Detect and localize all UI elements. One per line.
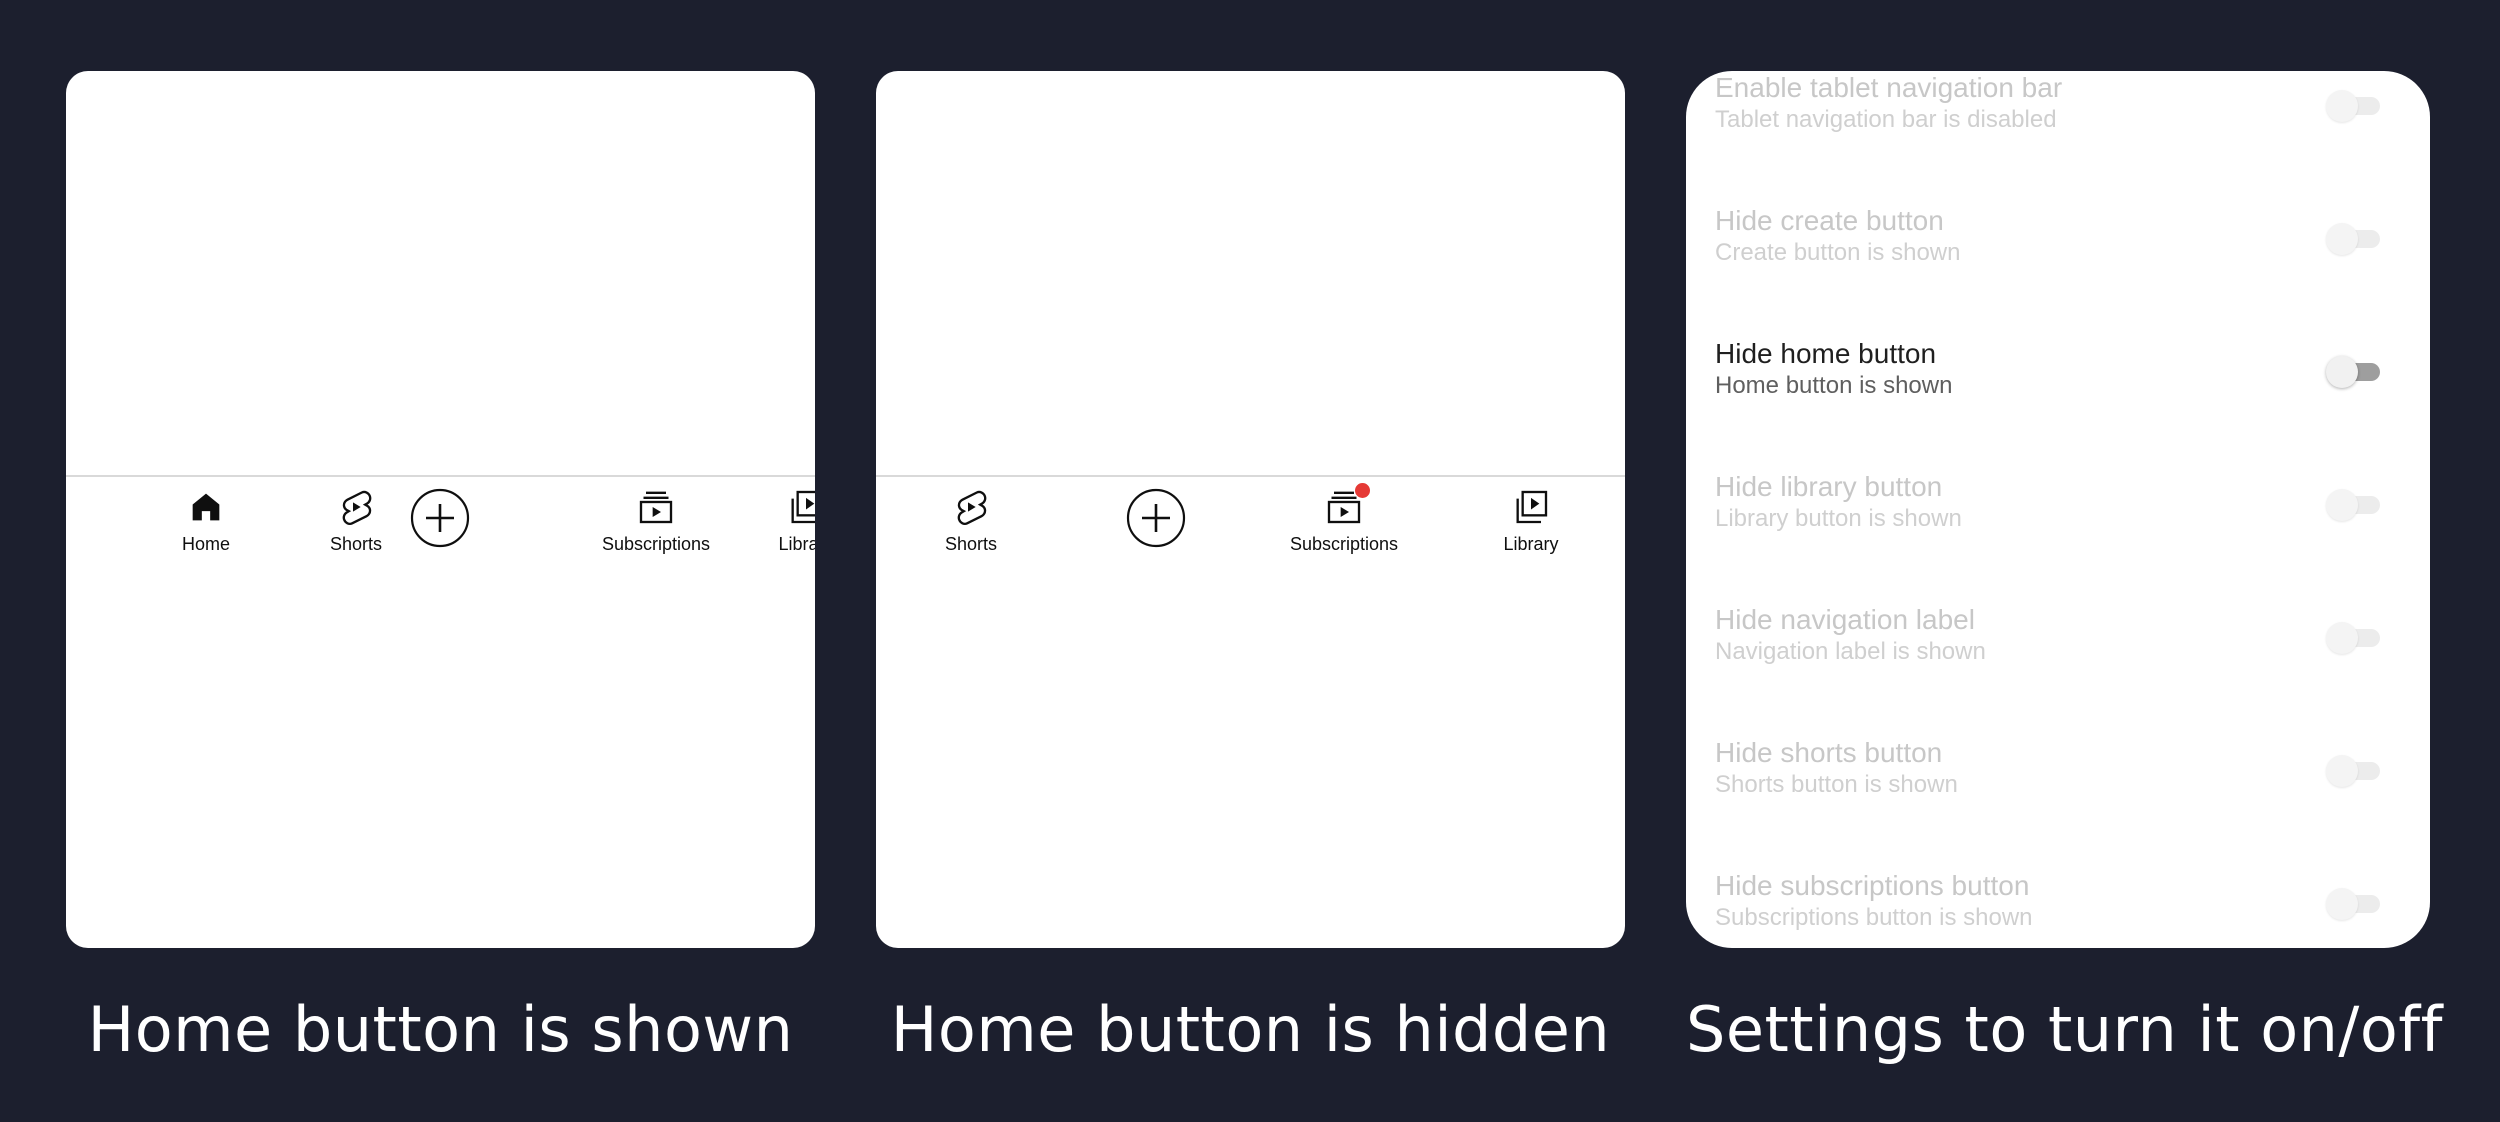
bottom-navigation-bar: Home Shorts Subscriptions Library <box>66 475 815 567</box>
home-icon <box>186 487 226 527</box>
nav-item-shorts[interactable]: Shorts <box>881 487 1061 567</box>
nav-label-library: Library <box>1503 534 1559 554</box>
shorts-icon <box>951 487 991 527</box>
home-shown-preview: Home Shorts Subscriptions Library <box>66 71 815 948</box>
setting-title: Hide library button <box>1715 471 1943 502</box>
create-icon <box>1126 488 1186 548</box>
setting-enable-tablet-navigation-bar[interactable]: Enable tablet navigation bar Tablet navi… <box>1715 71 2430 151</box>
caption-home-shown: Home button is shown <box>87 993 794 1066</box>
setting-hide-home-button[interactable]: Hide home button Home button is shown <box>1715 337 2430 417</box>
setting-summary: Library button is shown <box>1715 505 1962 532</box>
caption-home-hidden: Home button is hidden <box>890 993 1611 1066</box>
setting-title: Hide shorts button <box>1715 737 1943 768</box>
toggle-switch[interactable] <box>2326 622 2382 654</box>
toggle-switch[interactable] <box>2326 489 2382 521</box>
shorts-icon <box>336 487 376 527</box>
nav-label-subscriptions: Subscriptions <box>1289 534 1399 554</box>
toggle-switch[interactable] <box>2326 90 2382 122</box>
setting-title: Hide subscriptions button <box>1715 870 2030 901</box>
nav-item-subscriptions[interactable]: Subscriptions <box>1254 483 1434 567</box>
setting-hide-library-button[interactable]: Hide library button Library button is sh… <box>1715 470 2430 550</box>
setting-summary: Navigation label is shown <box>1715 638 1986 665</box>
nav-label-shorts: Shorts <box>329 534 383 554</box>
setting-summary: Home button is shown <box>1715 372 1953 399</box>
subscriptions-icon <box>1324 483 1370 527</box>
notification-badge <box>1355 483 1370 498</box>
caption-settings: Settings to turn it on/off <box>1686 993 2443 1066</box>
setting-title: Enable tablet navigation bar <box>1715 72 2063 103</box>
setting-summary: Create button is shown <box>1715 239 1961 266</box>
library-icon <box>1511 487 1551 527</box>
setting-summary: Subscriptions button is shown <box>1715 904 2033 931</box>
setting-title: Hide create button <box>1715 205 1944 236</box>
nav-item-library[interactable]: Library <box>1441 487 1621 567</box>
setting-hide-shorts-button[interactable]: Hide shorts button Shorts button is show… <box>1715 736 2430 816</box>
toggle-switch[interactable] <box>2326 223 2382 255</box>
setting-summary: Tablet navigation bar is disabled <box>1715 106 2057 133</box>
home-hidden-preview: Shorts Subscriptions Library <box>876 71 1625 948</box>
toggle-switch[interactable] <box>2326 888 2382 920</box>
subscriptions-icon <box>636 487 676 527</box>
nav-label-home: Home <box>181 534 230 554</box>
toggle-switch[interactable] <box>2326 356 2382 388</box>
create-button[interactable] <box>1126 488 1186 548</box>
bottom-navigation-bar: Shorts Subscriptions Library <box>876 475 1625 567</box>
create-icon <box>410 488 470 548</box>
nav-item-library[interactable]: Library <box>716 487 815 567</box>
toggle-switch[interactable] <box>2326 755 2382 787</box>
nav-label-subscriptions: Subscriptions <box>601 534 711 554</box>
setting-title: Hide navigation label <box>1715 604 1975 635</box>
nav-label-shorts: Shorts <box>944 534 998 554</box>
setting-hide-create-button[interactable]: Hide create button Create button is show… <box>1715 204 2430 284</box>
library-icon <box>786 487 815 527</box>
nav-label-library: Library <box>778 534 815 554</box>
create-button[interactable] <box>410 488 470 548</box>
setting-summary: Shorts button is shown <box>1715 771 1958 798</box>
setting-title: Hide home button <box>1715 338 1937 369</box>
setting-hide-subscriptions-button[interactable]: Hide subscriptions button Subscriptions … <box>1715 869 2430 948</box>
setting-hide-navigation-label[interactable]: Hide navigation label Navigation label i… <box>1715 603 2430 683</box>
settings-panel: Enable tablet navigation bar Tablet navi… <box>1686 71 2430 948</box>
